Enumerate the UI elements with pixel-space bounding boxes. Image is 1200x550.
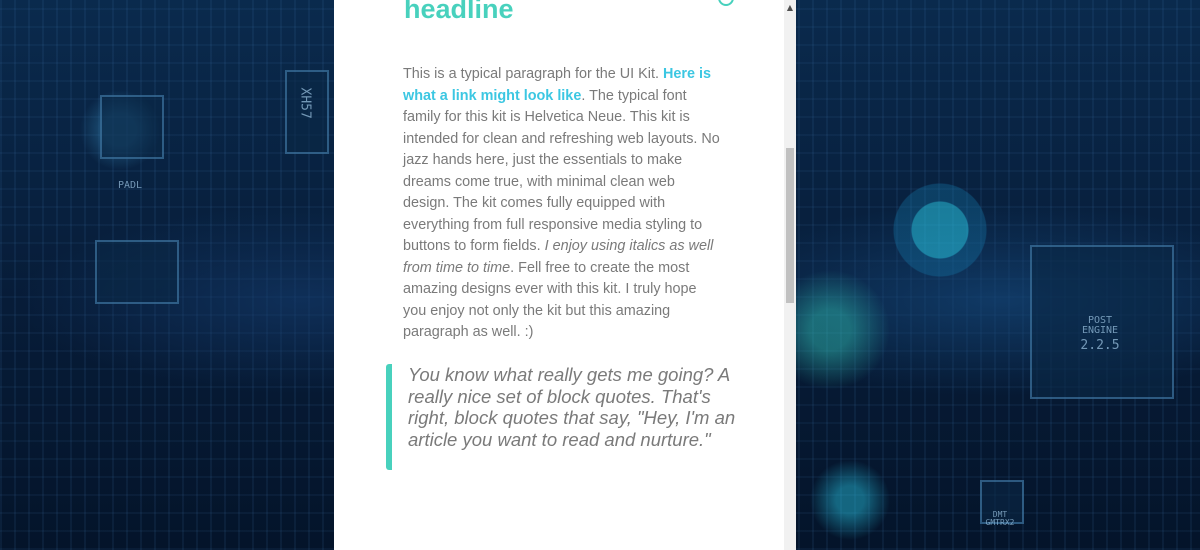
article-headline: headline xyxy=(404,0,514,24)
article-paragraph: This is a typical paragraph for the UI K… xyxy=(403,64,721,344)
chip-label: XH57 xyxy=(297,87,313,119)
headline-decoration xyxy=(718,0,734,6)
blockquote: You know what really gets me going? A re… xyxy=(386,364,748,470)
chip-label: PADL xyxy=(117,180,143,191)
paragraph-intro: This is a typical paragraph for the UI K… xyxy=(403,66,663,82)
paragraph-body: . The typical font family for this kit i… xyxy=(403,87,720,255)
vertical-scrollbar[interactable]: ▲ xyxy=(784,0,796,550)
chip-label: GMTRX2 xyxy=(985,518,1015,527)
content-panel[interactable]: headline This is a typical paragraph for… xyxy=(334,0,796,550)
scroll-thumb[interactable] xyxy=(786,148,794,303)
circuit-chip xyxy=(100,95,164,159)
circuit-chip xyxy=(95,240,179,304)
chip-label: 2.2.5 xyxy=(1080,338,1120,353)
chip-label: ENGINE xyxy=(1081,325,1119,336)
scroll-up-icon[interactable]: ▲ xyxy=(784,0,796,16)
